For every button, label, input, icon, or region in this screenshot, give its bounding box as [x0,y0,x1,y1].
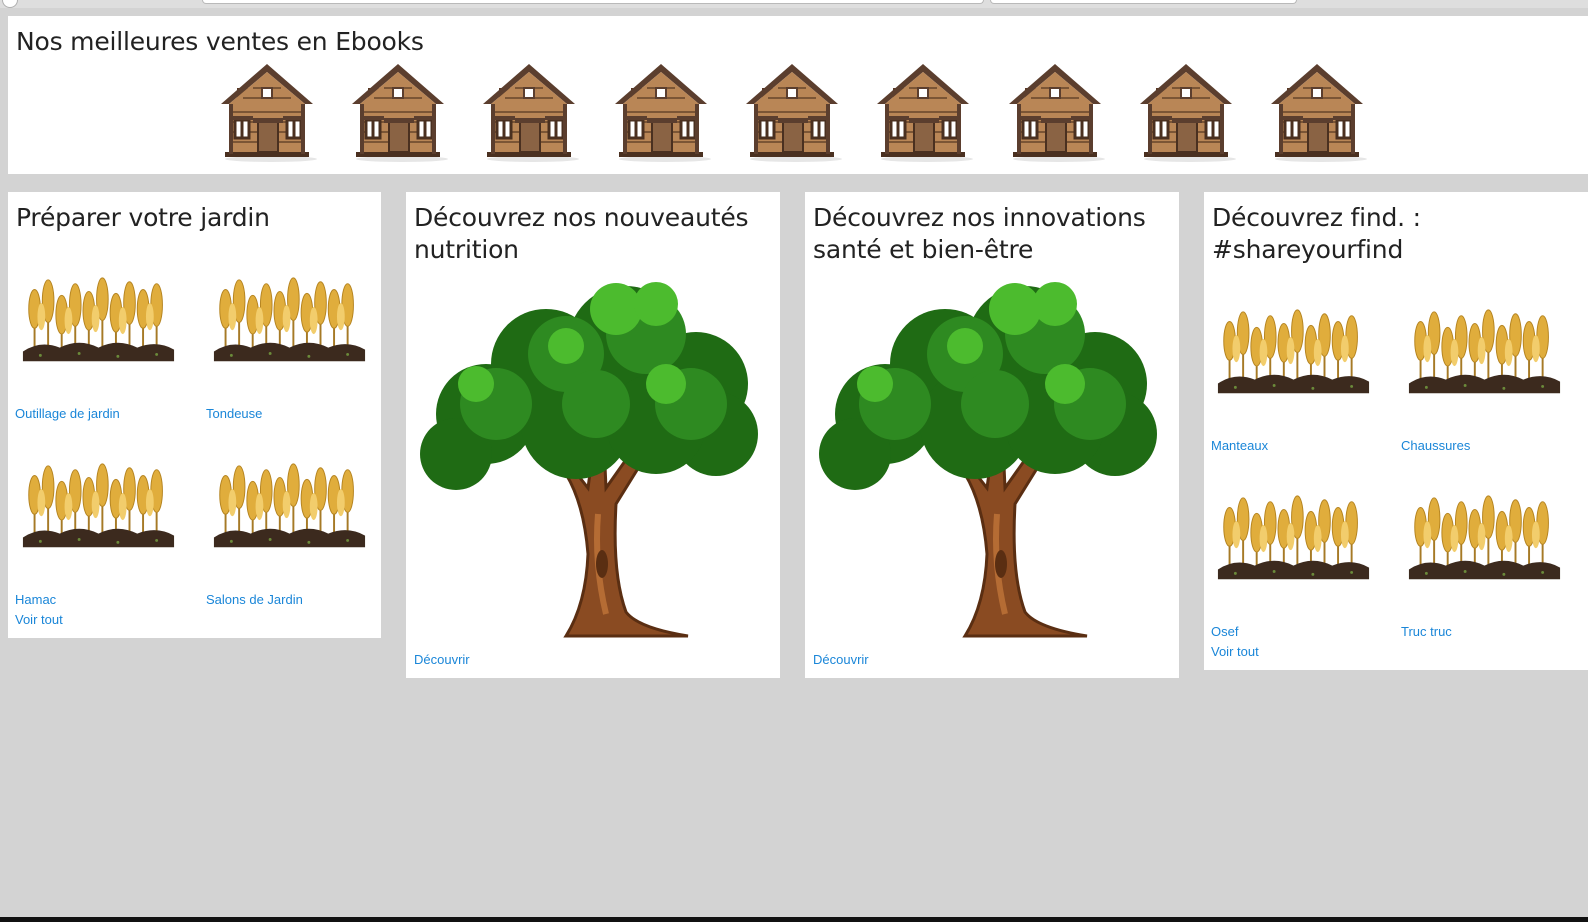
link-manteaux[interactable]: Manteaux [1211,438,1268,453]
find-title: Découvrez find. : #shareyourfind [1212,203,1421,264]
link-salons-de-jardin[interactable]: Salons de Jardin [206,592,303,607]
screen-bottom-edge [0,917,1588,922]
nav-button-icon[interactable] [2,0,18,8]
browser-toolbar [0,0,1588,8]
link-tondeuse[interactable]: Tondeuse [206,406,262,421]
discover-link[interactable]: Découvrir [813,652,869,667]
house-icon[interactable] [869,60,977,164]
wheat-field-icon[interactable] [212,272,367,369]
house-icon[interactable] [738,60,846,164]
address-bar[interactable] [202,0,984,4]
link-osef[interactable]: Osef [1211,624,1238,639]
house-icon[interactable] [213,60,321,164]
link-hamac[interactable]: Hamac [15,592,56,607]
tree-icon[interactable] [815,274,1167,644]
see-all-link[interactable]: Voir tout [1211,644,1259,659]
garden-title: Préparer votre jardin [16,203,270,232]
house-icon[interactable] [607,60,715,164]
find-panel: Découvrez find. : #shareyourfind Manteau… [1204,192,1588,670]
health-title: Découvrez nos innovations santé et bien-… [813,203,1146,264]
nutrition-title: Découvrez nos nouveautés nutrition [414,203,749,264]
discover-link[interactable]: Découvrir [414,652,470,667]
house-icon[interactable] [1001,60,1109,164]
wheat-field-icon[interactable] [21,272,176,369]
wheat-field-icon[interactable] [1407,490,1562,587]
link-outillage-de-jardin[interactable]: Outillage de jardin [15,406,120,421]
link-truc-truc[interactable]: Truc truc [1401,624,1452,639]
search-bar[interactable] [990,0,1297,4]
ebooks-bestsellers-panel: Nos meilleures ventes en Ebooks [8,16,1588,174]
wheat-field-icon[interactable] [21,458,176,555]
wheat-field-icon[interactable] [1407,304,1562,401]
tree-icon[interactable] [416,274,768,644]
wheat-field-icon[interactable] [1216,490,1371,587]
house-icon[interactable] [344,60,452,164]
house-icon[interactable] [1263,60,1371,164]
nutrition-panel: Découvrez nos nouveautés nutrition Décou… [406,192,780,678]
wheat-field-icon[interactable] [212,458,367,555]
house-icon[interactable] [475,60,583,164]
link-chaussures[interactable]: Chaussures [1401,438,1470,453]
wheat-field-icon[interactable] [1216,304,1371,401]
garden-panel: Préparer votre jardin Outillage de jardi… [8,192,381,638]
health-panel: Découvrez nos innovations santé et bien-… [805,192,1179,678]
house-icon[interactable] [1132,60,1240,164]
ebooks-title: Nos meilleures ventes en Ebooks [16,27,424,56]
see-all-link[interactable]: Voir tout [15,612,63,627]
